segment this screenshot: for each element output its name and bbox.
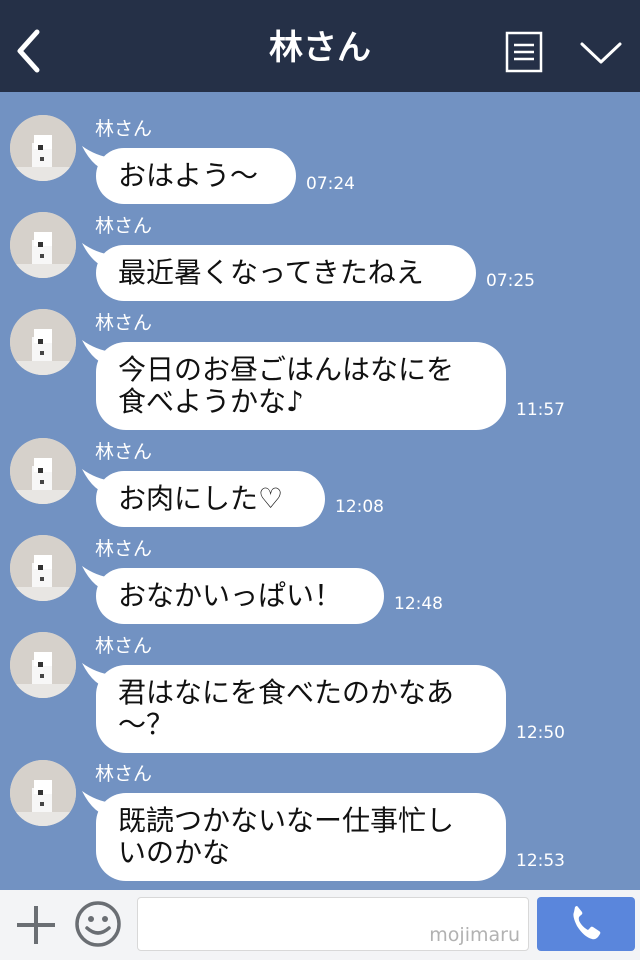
bubble-tail xyxy=(82,146,112,172)
message-list[interactable]: 林さん おはよう〜 07:24 林さん 最近暑くなってきたねえ 07:25 林さ… xyxy=(0,92,640,890)
bubble-tail xyxy=(82,243,112,269)
bubble-tail xyxy=(82,663,112,689)
avatar-image-icon xyxy=(10,438,76,504)
sender-name: 林さん xyxy=(95,441,153,463)
message-bubble[interactable]: お肉にした♡ xyxy=(82,469,325,527)
sticker-button[interactable] xyxy=(74,900,122,948)
avatar[interactable] xyxy=(10,760,76,826)
smile-icon xyxy=(75,901,121,947)
message-input[interactable]: mojimaru xyxy=(137,897,529,951)
plus-icon xyxy=(17,906,55,944)
message-text: おなかいっぱい！ xyxy=(118,579,343,612)
chevron-down-icon xyxy=(580,42,622,64)
sender-name: 林さん xyxy=(95,635,153,657)
add-button[interactable] xyxy=(14,903,58,947)
bubble-tail xyxy=(82,566,112,592)
message-bubble[interactable]: おはよう〜 xyxy=(82,146,296,204)
message-time: 07:25 xyxy=(486,271,535,291)
bubble-tail xyxy=(82,791,112,817)
phone-icon xyxy=(573,906,601,940)
message-text: 既読つかないなー仕事忙し いのかな xyxy=(118,804,455,869)
avatar[interactable] xyxy=(10,632,76,698)
sender-name: 林さん xyxy=(95,538,153,560)
message-time: 12:53 xyxy=(516,851,565,871)
bubble-tail xyxy=(82,469,112,495)
sender-name: 林さん xyxy=(95,763,153,785)
bubble-tail xyxy=(82,340,112,366)
avatar[interactable] xyxy=(10,438,76,504)
avatar-image-icon xyxy=(10,115,76,181)
call-button[interactable] xyxy=(537,897,635,951)
message-text: 今日のお昼ごはんはなにを 食べようかな♪ xyxy=(118,353,455,418)
avatar[interactable] xyxy=(10,535,76,601)
message-time: 07:24 xyxy=(306,174,355,194)
watermark: mojimaru xyxy=(429,924,520,946)
message-text: おはよう〜 xyxy=(118,159,259,192)
message-text: お肉にした♡ xyxy=(118,482,284,515)
message-time: 12:50 xyxy=(516,723,565,743)
sender-name: 林さん xyxy=(95,118,153,140)
avatar-image-icon xyxy=(10,535,76,601)
message-bubble[interactable]: おなかいっぱい！ xyxy=(82,566,384,624)
back-button[interactable] xyxy=(10,26,50,76)
message-bubble[interactable]: 今日のお昼ごはんはなにを 食べようかな♪ xyxy=(82,340,506,430)
sender-name: 林さん xyxy=(95,215,153,237)
avatar-image-icon xyxy=(10,760,76,826)
chat-title: 林さん xyxy=(269,28,371,68)
message-text: 君はなにを食べたのかなあ 〜？ xyxy=(118,676,455,741)
avatar-image-icon xyxy=(10,632,76,698)
sender-name: 林さん xyxy=(95,312,153,334)
menu-button[interactable] xyxy=(505,31,543,73)
message-bubble[interactable]: 既読つかないなー仕事忙し いのかな xyxy=(82,791,506,881)
chat-header: 林さん xyxy=(0,0,640,92)
message-bubble[interactable]: 君はなにを食べたのかなあ 〜？ xyxy=(82,663,506,753)
menu-list-icon xyxy=(505,31,543,73)
message-time: 12:08 xyxy=(335,497,384,517)
avatar-image-icon xyxy=(10,212,76,278)
chevron-left-icon xyxy=(17,29,40,73)
message-bubble[interactable]: 最近暑くなってきたねえ xyxy=(82,243,476,301)
message-text: 最近暑くなってきたねえ xyxy=(118,256,424,289)
avatar[interactable] xyxy=(10,309,76,375)
avatar-image-icon xyxy=(10,309,76,375)
message-time: 11:57 xyxy=(516,400,565,420)
avatar[interactable] xyxy=(10,115,76,181)
message-time: 12:48 xyxy=(394,594,443,614)
avatar[interactable] xyxy=(10,212,76,278)
collapse-button[interactable] xyxy=(578,36,624,68)
